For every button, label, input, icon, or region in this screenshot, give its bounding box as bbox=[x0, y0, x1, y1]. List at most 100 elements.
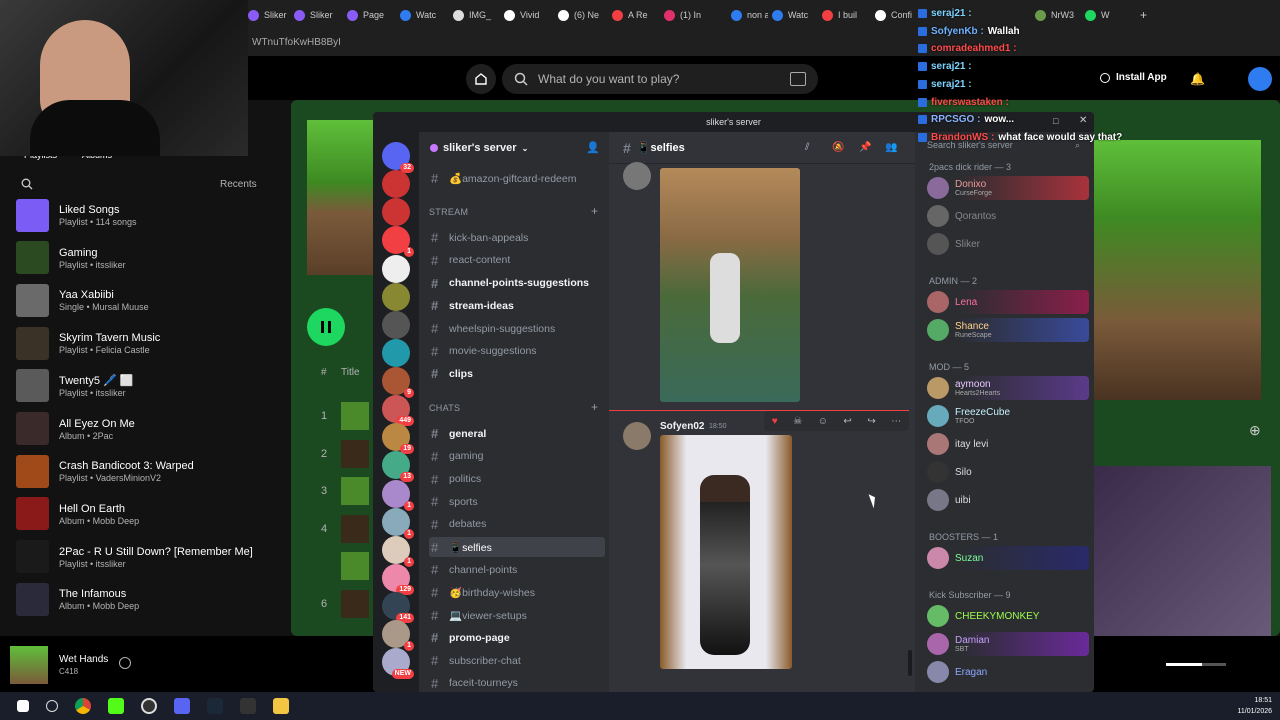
channel-item[interactable]: # movie-suggestions bbox=[429, 341, 605, 361]
server-icon[interactable]: 1 bbox=[382, 226, 414, 258]
server-icon[interactable]: 1 bbox=[382, 479, 414, 511]
server-icon[interactable]: 1 bbox=[382, 507, 414, 539]
pin-icon[interactable]: 📌 bbox=[859, 142, 871, 153]
threads-icon[interactable]: ⫽ bbox=[805, 142, 809, 153]
search-input[interactable]: What do you want to play? bbox=[502, 64, 818, 94]
server-icon[interactable]: 449 bbox=[382, 395, 414, 427]
skull-reaction-icon[interactable]: ☠ bbox=[793, 416, 802, 427]
channel-item[interactable]: # sports bbox=[429, 492, 605, 512]
server-icon[interactable]: 1 bbox=[382, 535, 414, 567]
system-clock[interactable]: 18:51 11/01/2026 bbox=[1237, 695, 1272, 717]
create-channel-icon[interactable]: + bbox=[591, 204, 598, 218]
server-icon[interactable]: 32 bbox=[382, 142, 414, 173]
channel-item[interactable]: # subscriber-chat bbox=[429, 651, 605, 671]
server-icon[interactable]: 1 bbox=[382, 620, 414, 652]
add-reaction-icon[interactable]: ☺ bbox=[818, 416, 828, 427]
member-item[interactable]: Damian SBT bbox=[927, 632, 1089, 656]
bell-icon[interactable]: 🔔 bbox=[1190, 72, 1205, 86]
reply-icon[interactable]: ↩ bbox=[843, 416, 851, 427]
now-playing-artist[interactable]: C418 bbox=[59, 667, 78, 676]
library-item[interactable]: Yaa Xabiibi Single • Mursal Muuse bbox=[16, 282, 278, 318]
channel-category[interactable]: CHATS bbox=[429, 403, 460, 413]
server-icon[interactable] bbox=[382, 254, 410, 283]
library-item[interactable]: Twenty5 🖊️ ⬜ Playlist • itssliker bbox=[16, 368, 278, 404]
selfie-image-2[interactable] bbox=[660, 435, 792, 669]
server-icon[interactable] bbox=[382, 282, 410, 311]
now-playing-title[interactable]: Wet Hands bbox=[59, 654, 108, 665]
library-item[interactable]: Crash Bandicoot 3: Warped Playlist • Vade… bbox=[16, 453, 278, 489]
browser-tab[interactable]: IMG_ bbox=[453, 6, 500, 24]
chrome-icon[interactable] bbox=[75, 698, 91, 714]
add-to-library-icon[interactable] bbox=[119, 657, 131, 669]
browser-tab[interactable]: Sliker bbox=[248, 6, 290, 24]
forward-icon[interactable]: ↪ bbox=[867, 416, 875, 427]
channel-item[interactable]: # stream-ideas bbox=[429, 296, 605, 316]
channel-item[interactable]: # 💰amazon-giftcard-redeem bbox=[429, 168, 605, 188]
library-item[interactable]: Liked Songs Playlist • 114 songs bbox=[16, 197, 278, 233]
server-icon[interactable] bbox=[382, 198, 410, 227]
track-cover[interactable] bbox=[341, 477, 369, 505]
library-search-icon[interactable] bbox=[21, 178, 33, 190]
browser-tab[interactable]: (6) Ne bbox=[558, 6, 608, 24]
member-item[interactable]: CHEEKYMONKEY bbox=[927, 604, 1089, 628]
browser-tab[interactable]: Confi bbox=[875, 6, 924, 24]
channel-item[interactable]: # 📱selfies bbox=[429, 537, 605, 558]
server-icon[interactable]: NEW bbox=[382, 648, 414, 680]
channel-item[interactable]: # faceit-tourneys bbox=[429, 673, 605, 692]
install-app-button[interactable]: Install App bbox=[1100, 72, 1167, 83]
browser-tab[interactable]: Vivid bbox=[504, 6, 554, 24]
member-item[interactable]: Silo bbox=[927, 460, 1089, 484]
channel-item[interactable]: # kick-ban-appeals bbox=[429, 228, 605, 248]
library-item[interactable]: 2Pac - R U Still Down? [Remember Me] Play… bbox=[16, 539, 278, 575]
discord-taskbar-icon[interactable] bbox=[174, 698, 190, 714]
message-author[interactable]: Sofyen02 bbox=[660, 421, 704, 432]
channel-item[interactable]: # general bbox=[429, 424, 605, 444]
taskbar-search-icon[interactable] bbox=[46, 700, 58, 712]
channel-item[interactable]: # politics bbox=[429, 469, 605, 489]
address-bar[interactable]: WTnuTfoKwHB8ByI bbox=[248, 30, 1280, 56]
pause-button[interactable] bbox=[307, 308, 345, 346]
message-avatar[interactable] bbox=[623, 422, 651, 450]
browser-tab[interactable]: W bbox=[1085, 6, 1126, 24]
create-channel-icon[interactable]: + bbox=[591, 400, 598, 414]
member-item[interactable]: Donixo CurseForge bbox=[927, 176, 1089, 200]
epic-icon[interactable] bbox=[240, 698, 256, 714]
channel-item[interactable]: # clips bbox=[429, 364, 605, 384]
browser-tab[interactable]: NrW3 bbox=[1035, 6, 1081, 24]
server-icon[interactable] bbox=[382, 170, 410, 199]
track-cover[interactable] bbox=[341, 589, 369, 618]
member-list-icon[interactable]: 👥 bbox=[885, 142, 897, 153]
channel-item[interactable]: # debates bbox=[429, 514, 605, 534]
browser-tab[interactable]: A Re bbox=[612, 6, 660, 24]
member-item[interactable]: itay levi bbox=[927, 432, 1089, 456]
channel-item[interactable]: # 💻viewer-setups bbox=[429, 605, 605, 625]
selfie-image-1[interactable] bbox=[660, 168, 800, 402]
server-icon[interactable]: 9 bbox=[382, 367, 414, 398]
heart-reaction-icon[interactable]: ♥ bbox=[772, 416, 778, 427]
library-item[interactable]: Skyrim Tavern Music Playlist • Felicia Ca… bbox=[16, 325, 278, 361]
channel-item[interactable]: # 🥳birthday-wishes bbox=[429, 583, 605, 603]
channel-item[interactable]: # gaming bbox=[429, 446, 605, 466]
new-tab-icon[interactable]: + bbox=[1140, 8, 1147, 22]
browser-tab[interactable]: I buil bbox=[822, 6, 871, 24]
kick-icon[interactable] bbox=[108, 698, 124, 714]
library-item[interactable]: All Eyez On Me Album • 2Pac bbox=[16, 411, 278, 447]
browser-tab[interactable]: (1) In bbox=[664, 6, 727, 24]
server-icon[interactable]: 13 bbox=[382, 451, 414, 483]
add-member-icon[interactable]: 👤 bbox=[586, 141, 600, 154]
track-cover[interactable] bbox=[341, 439, 369, 468]
home-button[interactable] bbox=[466, 64, 496, 94]
browser-tab[interactable]: Watc bbox=[772, 6, 818, 24]
member-item[interactable]: Suzan bbox=[927, 546, 1089, 570]
track-cover[interactable] bbox=[341, 552, 369, 580]
channel-category[interactable]: STREAM bbox=[429, 207, 468, 217]
track-cover[interactable] bbox=[341, 402, 369, 430]
chat-scrollbar[interactable] bbox=[908, 650, 912, 676]
channel-item[interactable]: # react-content bbox=[429, 250, 605, 270]
browse-icon[interactable] bbox=[790, 72, 806, 86]
track-cover[interactable] bbox=[341, 514, 369, 543]
member-item[interactable]: FreezeCube TFOO bbox=[927, 404, 1089, 428]
member-item[interactable]: aymoon Hearts2Hearts bbox=[927, 376, 1089, 400]
obs-icon[interactable] bbox=[141, 698, 157, 714]
mute-icon[interactable]: 🔕 bbox=[832, 142, 844, 153]
